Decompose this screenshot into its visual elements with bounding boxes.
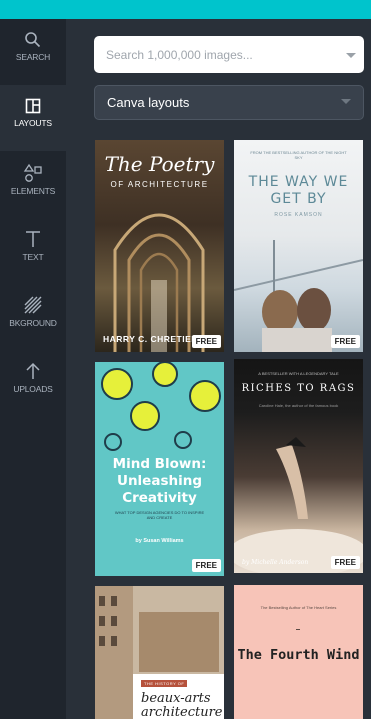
search-icon — [25, 32, 41, 48]
chevron-down-icon[interactable] — [341, 99, 351, 104]
sidebar-item-label: SEARCH — [15, 52, 51, 62]
book-author: by Michelle Anderson — [242, 559, 309, 566]
chevron-down-icon[interactable] — [346, 53, 356, 58]
layout-thumbnail[interactable]: THE HISTORY OF beaux-arts architecture — [95, 586, 224, 719]
layout-thumbnail[interactable]: Mind Blown: Unleashing Creativity WHAT T… — [95, 362, 224, 576]
book-title: THE WAY WE GET BY — [248, 174, 349, 207]
sidebar-item-search[interactable]: SEARCH — [0, 19, 66, 85]
free-badge: FREE — [191, 559, 221, 572]
book-title: RICHES TO RAGS — [241, 383, 356, 394]
book-title: The Poetry — [104, 152, 215, 176]
sidebar: SEARCH LAYOUTS ELEMENTS TEXT BKGROUND UP… — [0, 19, 66, 719]
layout-thumbnail[interactable]: The Bestselling Author of The Heart Seri… — [234, 585, 363, 719]
layout-thumbnail[interactable]: A BESTSELLER WITH A LEGENDARY TALE RICHE… — [234, 359, 363, 573]
layout-thumbnail[interactable]: The Poetry OF ARCHITECTURE HARRY C. CHRE… — [95, 140, 224, 352]
book-tagline: The Bestselling Author of The Heart Seri… — [260, 605, 337, 610]
book-author: ROSE KAMSON — [274, 212, 323, 218]
sidebar-item-label: TEXT — [22, 252, 44, 262]
layout-category-select[interactable]: Canva layouts — [94, 85, 364, 120]
sidebar-item-label: LAYOUTS — [14, 118, 52, 128]
elements-icon — [23, 163, 42, 182]
layouts-panel: Canva layouts The Poetry OF ARCHITECTURE… — [66, 19, 371, 719]
sidebar-item-uploads[interactable]: UPLOADS — [0, 349, 66, 415]
book-title: Mind Blown: Unleashing Creativity — [112, 456, 207, 506]
book-subtitle: OF ARCHITECTURE — [110, 180, 209, 189]
bridge-friends-photo — [234, 240, 363, 352]
search-input[interactable] — [94, 36, 364, 73]
text-icon — [26, 231, 40, 247]
layout-thumbnail[interactable]: FROM THE BESTSELLING AUTHOR OF THE NIGHT… — [234, 140, 363, 352]
top-accent-bar — [0, 0, 371, 19]
book-divider — [296, 629, 300, 630]
book-author: HARRY C. CHRETIEN — [103, 334, 198, 344]
layouts-icon — [25, 98, 41, 114]
book-tagline: FROM THE BESTSELLING AUTHOR OF THE NIGHT… — [250, 150, 347, 160]
free-badge: FREE — [330, 335, 360, 348]
book-tagline: WHAT TOP DESIGN AGENCIES DO TO INSPIRE A… — [114, 510, 205, 520]
sidebar-item-elements[interactable]: ELEMENTS — [0, 151, 66, 217]
free-badge: FREE — [191, 335, 221, 348]
book-author: by Susan Williams — [135, 538, 184, 544]
book-tagline: A BESTSELLER WITH A LEGENDARY TALE — [258, 371, 339, 376]
free-badge: FREE — [330, 556, 360, 569]
sidebar-item-background[interactable]: BKGROUND — [0, 283, 66, 349]
book-title: beaux-arts architecture — [141, 691, 223, 719]
sidebar-item-label: UPLOADS — [13, 384, 53, 394]
sidebar-item-label: ELEMENTS — [10, 186, 56, 196]
book-blurb: Caroline Hale, the author of the famous … — [258, 403, 339, 408]
uploads-icon — [26, 362, 40, 379]
sidebar-item-layouts[interactable]: LAYOUTS — [0, 85, 66, 151]
sidebar-item-text[interactable]: TEXT — [0, 217, 66, 283]
book-tagline: THE HISTORY OF — [141, 680, 188, 687]
book-title: The Fourth Wind — [237, 647, 360, 663]
background-icon — [24, 296, 42, 314]
sidebar-item-label: BKGROUND — [9, 318, 57, 328]
